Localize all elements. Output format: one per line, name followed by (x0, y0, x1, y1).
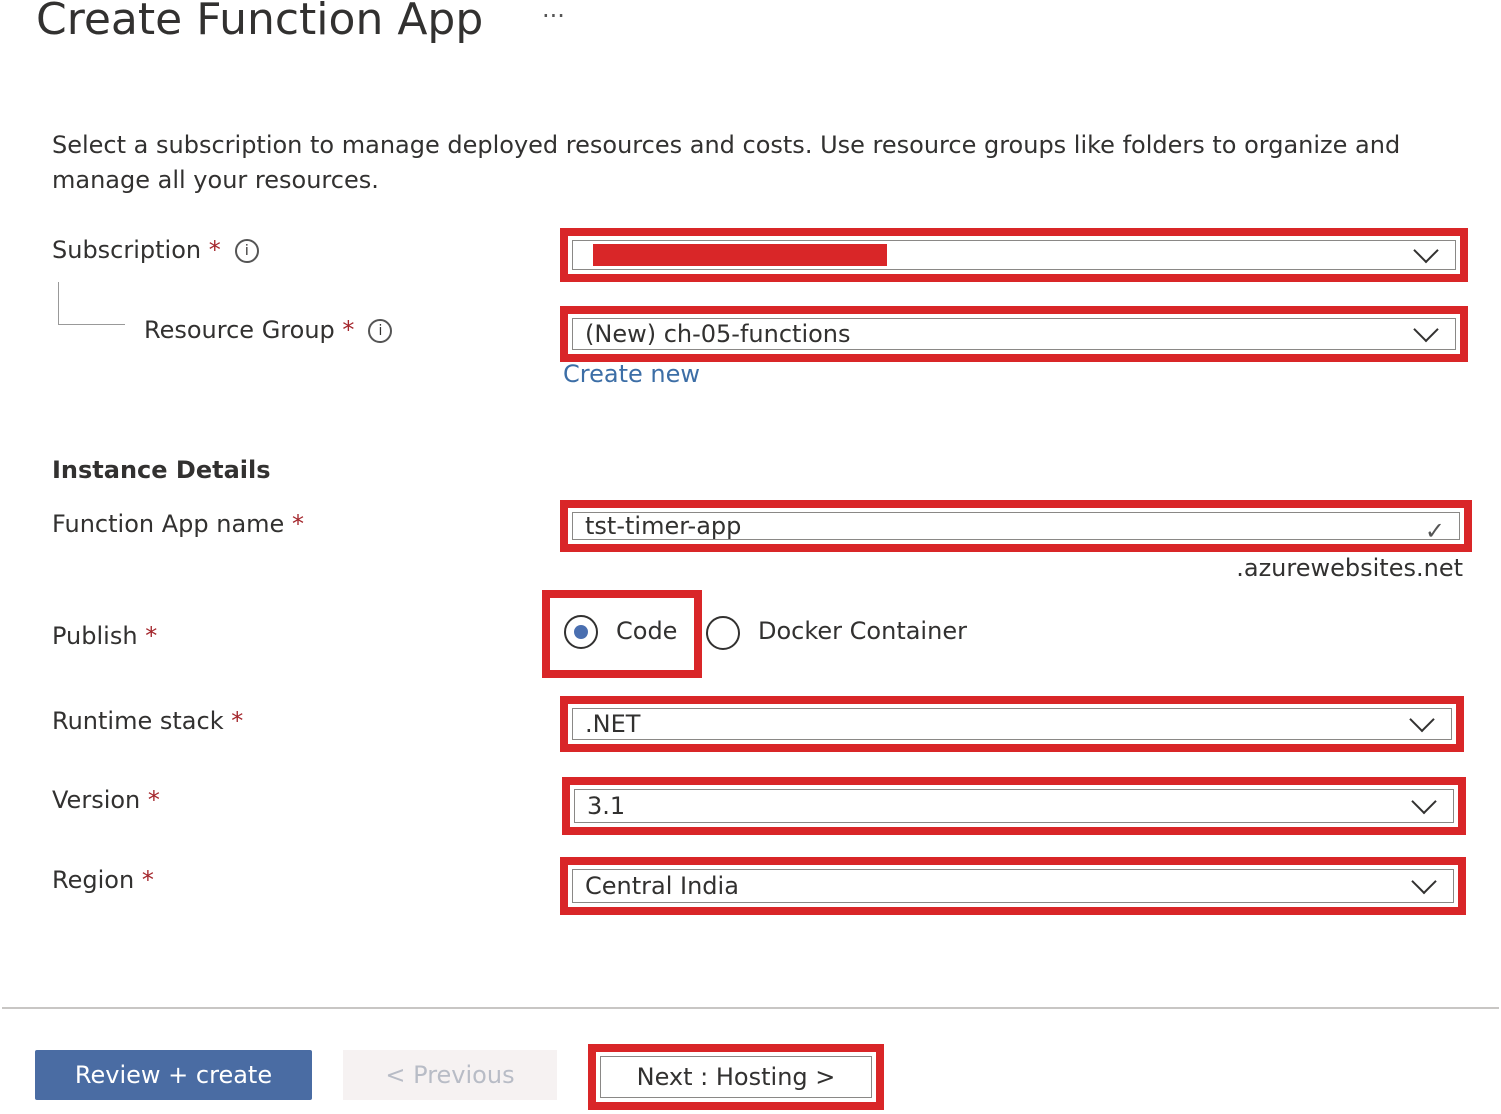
chevron-down-icon (1409, 706, 1435, 733)
required-marker: * (291, 510, 304, 538)
redacted-value (593, 244, 887, 266)
tree-connector (58, 282, 125, 325)
subscription-dropdown[interactable] (572, 237, 1456, 270)
function-app-name-value: tst-timer-app (585, 512, 742, 540)
label-text: Publish (52, 622, 138, 650)
radio-code-label[interactable]: Code (616, 617, 677, 645)
next-hosting-button[interactable]: Next : Hosting > (600, 1056, 872, 1098)
footer-divider (2, 1007, 1499, 1009)
runtime-label: Runtime stack * (52, 707, 243, 735)
version-label: Version * (52, 786, 160, 814)
label-text: Version (52, 786, 141, 814)
instance-details-heading: Instance Details (52, 456, 271, 484)
description: Select a subscription to manage deployed… (52, 131, 1401, 194)
info-icon[interactable]: i (234, 239, 259, 263)
region-label: Region * (52, 866, 154, 894)
required-marker: * (147, 786, 160, 814)
version-value: 3.1 (587, 792, 626, 820)
runtime-value: .NET (585, 710, 641, 738)
chevron-down-icon (1411, 788, 1437, 815)
subscription-label-text: Subscription (52, 236, 202, 264)
runtime-highlight: .NET (560, 696, 1464, 752)
publish-label: Publish * (52, 622, 157, 650)
next-highlight: Next : Hosting > (588, 1044, 884, 1110)
label-text: Region (52, 866, 135, 894)
resource-group-label: Resource Group * i (144, 316, 393, 344)
subscription-label: Subscription * i (52, 236, 259, 264)
required-marker: * (145, 622, 158, 650)
required-marker: * (231, 707, 244, 735)
subscription-highlight (560, 228, 1468, 282)
page-title: Create Function App (36, 0, 484, 45)
resource-group-dropdown[interactable]: (New) ch-05-functions (572, 316, 1456, 350)
runtime-dropdown[interactable]: .NET (572, 706, 1452, 740)
resource-group-label-text: Resource Group (144, 316, 335, 344)
radio-code[interactable] (564, 615, 598, 649)
function-app-name-highlight: tst-timer-app ✓ (560, 500, 1472, 552)
required-marker: * (208, 236, 221, 264)
create-new-link[interactable]: Create new (563, 360, 700, 388)
version-dropdown[interactable]: 3.1 (574, 788, 1454, 823)
label-text: Runtime stack (52, 707, 224, 735)
version-highlight: 3.1 (562, 777, 1466, 835)
resource-group-highlight: (New) ch-05-functions (560, 306, 1468, 362)
checkmark-icon: ✓ (1424, 517, 1445, 545)
resource-group-value: (New) ch-05-functions (585, 320, 851, 348)
function-app-name-input[interactable]: tst-timer-app ✓ (572, 512, 1460, 545)
info-icon[interactable]: i (368, 319, 393, 343)
region-value: Central India (585, 872, 739, 900)
more-options-button[interactable]: ··· (542, 2, 565, 30)
chevron-down-icon (1413, 237, 1439, 264)
chevron-down-icon (1411, 868, 1437, 895)
chevron-down-icon (1413, 316, 1439, 343)
required-marker: * (141, 866, 154, 894)
radio-docker-label[interactable]: Docker Container (758, 617, 967, 645)
previous-button[interactable]: < Previous (343, 1050, 557, 1100)
region-dropdown[interactable]: Central India (572, 868, 1454, 903)
review-create-button[interactable]: Review + create (35, 1050, 312, 1100)
radio-docker[interactable] (706, 616, 740, 650)
label-text: Function App name (52, 510, 285, 538)
region-highlight: Central India (560, 857, 1466, 915)
domain-suffix: .azurewebsites.net (1236, 554, 1463, 582)
required-marker: * (342, 316, 355, 344)
function-app-name-label: Function App name * (52, 510, 304, 538)
